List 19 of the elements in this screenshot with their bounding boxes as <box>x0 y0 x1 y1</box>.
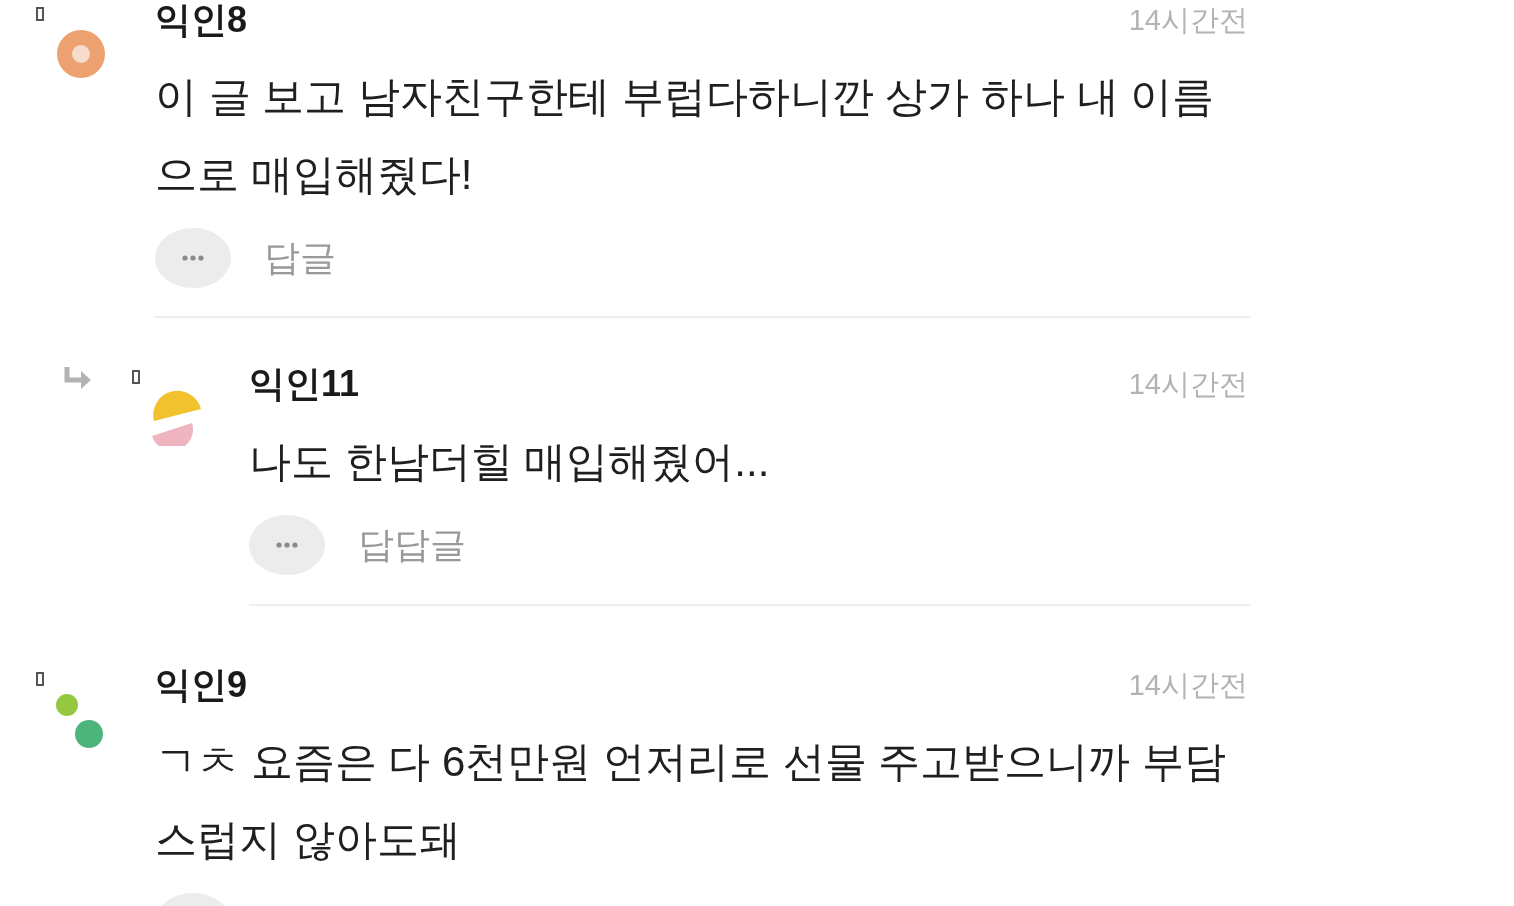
reply-link[interactable]: 답글 <box>264 236 336 280</box>
box-icon <box>36 7 44 21</box>
timestamp: 14시간전 <box>1128 367 1248 402</box>
reply-arrow-icon <box>62 366 92 392</box>
box-icon <box>36 672 44 686</box>
comment-text: 나도 한남더힐 매입해줬어... <box>249 437 771 487</box>
more-dots-icon <box>182 255 204 261</box>
timestamp: 14시간전 <box>1128 668 1248 703</box>
comment-text: 이 글 보고 남자친구한테 부럽다하니깐 상가 하나 내 이름으로 매입해줬다! <box>155 72 1216 200</box>
avatar-ring-icon <box>56 29 106 79</box>
avatar-dots-icon <box>56 694 104 748</box>
username: 익인11 <box>249 364 360 404</box>
comment-text: ㄱㅊ 요즘은 다 6천만원 언저리로 선물 주고받으니까 부담스럽지 않아도돼 <box>155 737 1228 865</box>
username: 익인8 <box>155 0 248 40</box>
timestamp: 14시간전 <box>1128 3 1248 38</box>
box-icon <box>132 370 140 384</box>
reply-link[interactable]: 답답글 <box>358 523 466 567</box>
username: 익인9 <box>155 665 248 705</box>
more-dots-icon <box>276 542 298 548</box>
